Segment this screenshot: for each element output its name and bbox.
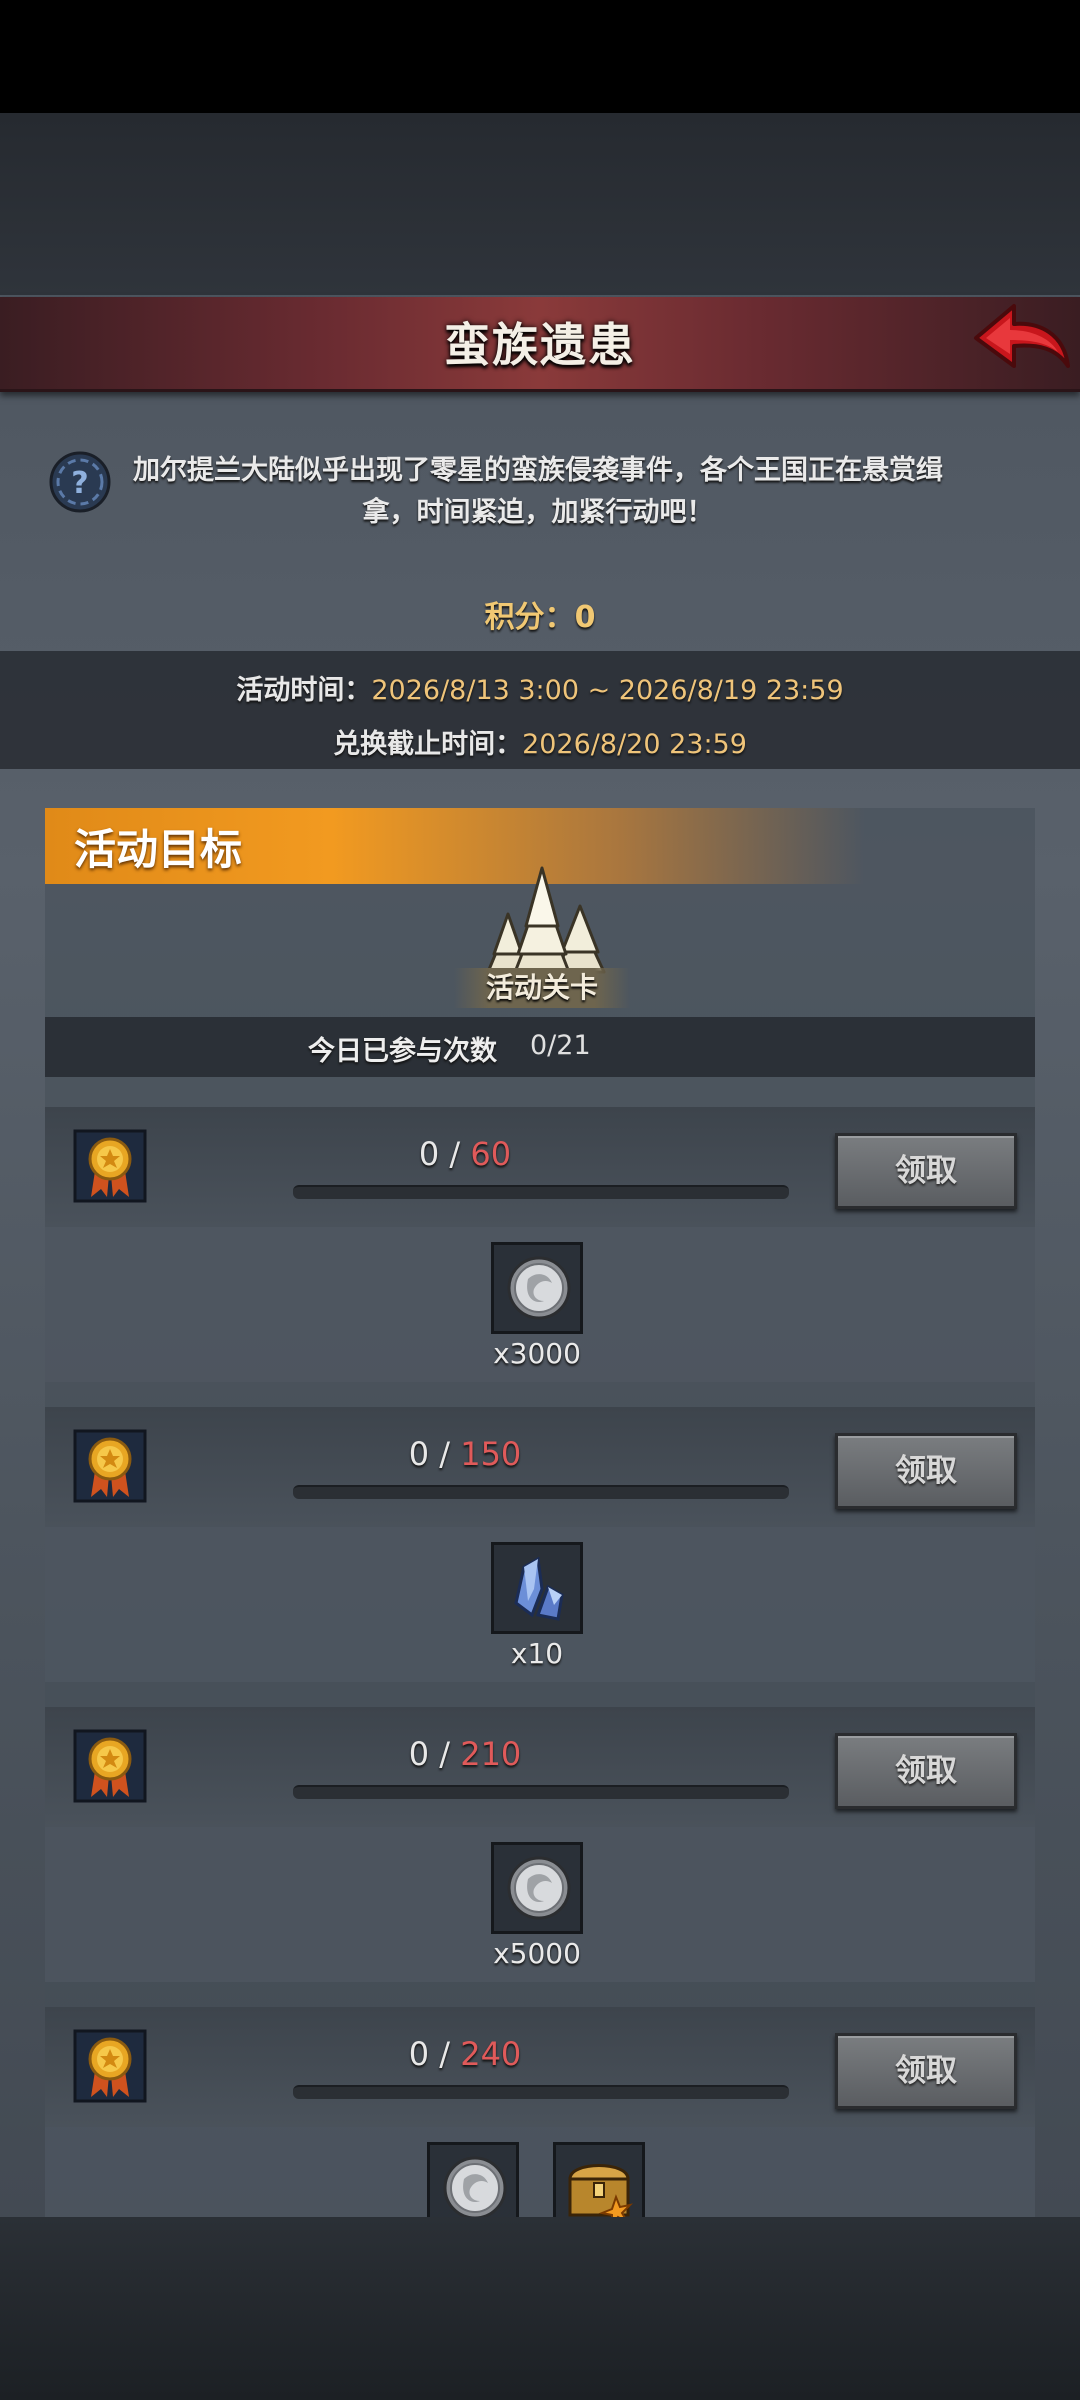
claim-button[interactable]: 领取	[835, 1133, 1017, 1209]
help-icon[interactable]: ?	[48, 450, 112, 514]
gold-medal-icon	[71, 1127, 149, 1205]
event-description: 加尔提兰大陆似乎出现了零星的蛮族侵袭事件，各个王国正在悬赏缉拿，时间紧迫，加紧行…	[133, 455, 943, 528]
score-label: 积分：	[484, 600, 575, 635]
header-bar: 蛮族遗患	[0, 297, 1080, 392]
progress-current: 0	[408, 1735, 430, 1773]
activity-time: 活动时间：2026/8/13 3:00 ~ 2026/8/19 23:59	[0, 668, 1080, 707]
progress-current: 0	[408, 2035, 430, 2073]
progress-target: 150	[460, 1435, 522, 1473]
progress-target: 240	[460, 2035, 522, 2073]
treasure-chest-icon[interactable]	[553, 2142, 645, 2217]
reward-quantity: x5000	[493, 1937, 581, 1970]
reward-progress-text: 0 / 240	[295, 2035, 635, 2073]
silver-coin-icon[interactable]	[491, 1242, 583, 1334]
reward-progress-text: 0 / 60	[295, 1135, 635, 1173]
exchange-deadline: 兑换截止时间：2026/8/20 23:59	[0, 722, 1080, 761]
exchange-deadline-label: 兑换截止时间：	[333, 729, 523, 760]
svg-text:?: ?	[71, 466, 88, 501]
claim-button[interactable]: 领取	[835, 1433, 1017, 1509]
progress-separator: /	[429, 1735, 461, 1773]
top-backdrop	[0, 113, 1080, 295]
reward-progress-bar	[293, 1485, 789, 1499]
reward-row-items	[45, 2127, 1035, 2217]
page-title: 蛮族遗患	[444, 318, 636, 372]
progress-separator: /	[439, 1135, 471, 1173]
reward-progress-bar	[293, 1785, 789, 1799]
gold-medal-icon	[71, 1727, 149, 1805]
reward-progress-text: 0 / 150	[295, 1435, 635, 1473]
progress-target: 210	[460, 1735, 522, 1773]
back-arrow-icon[interactable]	[968, 300, 1072, 376]
exchange-deadline-value: 2026/8/20 23:59	[522, 729, 747, 760]
reward-row: 0 / 150 领取 x10	[45, 1407, 1035, 1682]
attempts-value: 0/21	[530, 1030, 591, 1061]
goal-title: 活动目标	[74, 825, 243, 874]
activity-time-value: 2026/8/13 3:00 ~ 2026/8/19 23:59	[371, 675, 844, 706]
score-display: 积分：0	[0, 592, 1080, 636]
progress-separator: /	[429, 2035, 461, 2073]
silver-coin-icon[interactable]	[491, 1842, 583, 1934]
reward-quantity: x10	[510, 1637, 564, 1670]
crystal-icon[interactable]	[491, 1542, 583, 1634]
progress-target: 60	[470, 1135, 512, 1173]
status-bar	[0, 0, 1080, 113]
progress-current: 0	[408, 1435, 430, 1473]
reward-row: 0 / 60 领取 x3000	[45, 1107, 1035, 1382]
gold-medal-icon	[71, 2027, 149, 2105]
gold-medal-icon	[71, 1427, 149, 1505]
progress-separator: /	[429, 1435, 461, 1473]
attempts-label: 今日已参与次数	[308, 1036, 497, 1067]
reward-quantity: x3000	[493, 1337, 581, 1370]
reward-row: 0 / 240 领取	[45, 2007, 1035, 2217]
silver-coin-icon[interactable]	[427, 2142, 519, 2217]
bottom-backdrop	[0, 2217, 1080, 2400]
reward-row: 0 / 210 领取 x5000	[45, 1707, 1035, 1982]
progress-current: 0	[418, 1135, 440, 1173]
claim-button[interactable]: 领取	[835, 2033, 1017, 2109]
reward-progress-text: 0 / 210	[295, 1735, 635, 1773]
score-value: 0	[574, 600, 596, 635]
activity-time-label: 活动时间：	[236, 675, 372, 706]
claim-button[interactable]: 领取	[835, 1733, 1017, 1809]
reward-progress-bar	[293, 2085, 789, 2099]
stage-label[interactable]: 活动关卡	[454, 968, 630, 1008]
reward-progress-bar	[293, 1185, 789, 1199]
